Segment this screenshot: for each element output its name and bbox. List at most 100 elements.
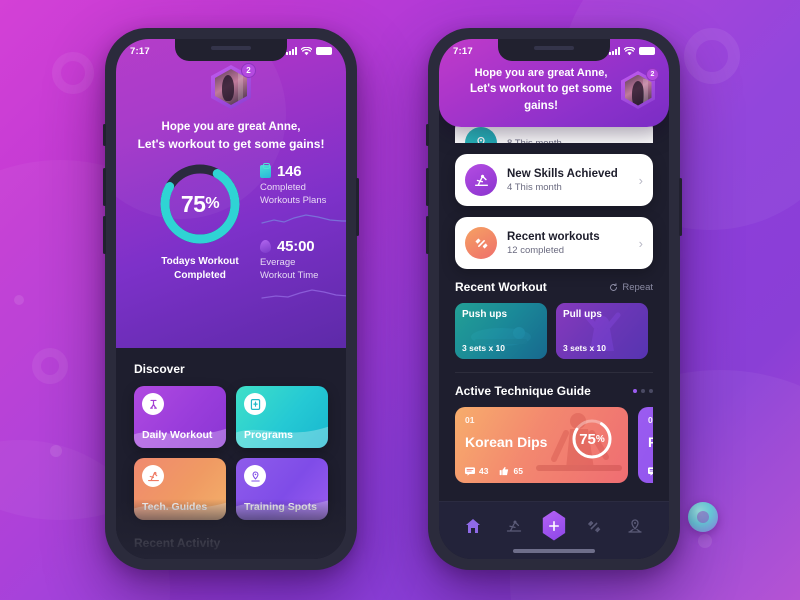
- bg-dot: [698, 534, 712, 548]
- workout-card-title: Pull ups: [563, 309, 602, 320]
- recent-workout-title: Recent Workout: [455, 280, 547, 294]
- sparkline-chart: [261, 289, 346, 299]
- greeting: Hope you are great Anne, Let's workout t…: [134, 119, 328, 153]
- phone-button-mute[interactable]: [426, 124, 429, 146]
- list-card-new-skills[interactable]: New Skills Achieved 4 This month ›: [455, 154, 653, 206]
- phone-button-volume-up[interactable]: [103, 168, 106, 206]
- like-count: 65: [499, 466, 523, 476]
- technique-guide-carousel[interactable]: 01 Korean Dips 75% 43 65 0 F: [455, 407, 653, 483]
- metric-label-line1: Everage: [260, 256, 296, 268]
- clipboard-icon: [260, 163, 271, 179]
- speaker-grille: [534, 46, 574, 50]
- tab-technique[interactable]: [501, 513, 527, 539]
- technique-guide-header: Active Technique Guide: [455, 384, 653, 398]
- discover-card-label: Programs: [244, 429, 294, 442]
- like-count-value: 65: [513, 466, 523, 476]
- add-button[interactable]: [542, 510, 566, 541]
- repeat-button[interactable]: Repeat: [609, 282, 653, 293]
- gymnast-icon: [506, 520, 521, 532]
- recent-activity-section: Recent Activity Parks visited 8 This mon…: [116, 520, 346, 559]
- technique-card-front[interactable]: 02 Front 12: [638, 407, 653, 483]
- avatar[interactable]: 2: [621, 68, 659, 109]
- discover-section: Discover Daily Workout Programs Tech. Gu…: [116, 348, 346, 521]
- discover-card-programs[interactable]: Programs: [236, 386, 328, 449]
- wifi-icon: [624, 46, 635, 55]
- list-card-text: New Skills Achieved 4 This month: [507, 168, 618, 193]
- phone-button-volume-up[interactable]: [426, 168, 429, 206]
- metrics-list: 146 › Completed Workouts Plans: [260, 159, 346, 312]
- battery-icon: [316, 47, 332, 55]
- recent-activity-title: Recent Activity: [134, 536, 221, 551]
- list-card-text: Recent workouts 12 completed: [507, 231, 600, 256]
- technique-percent: 75: [579, 430, 596, 448]
- level-badge: 2: [241, 63, 256, 78]
- status-icons: [609, 46, 655, 56]
- status-time: 7:17: [130, 45, 150, 57]
- hero-header-left: 2 Hope you are great Anne, Let's workout…: [116, 39, 346, 349]
- pager-dot-2[interactable]: [641, 389, 645, 393]
- comment-icon: [465, 466, 475, 476]
- pager-dot-3[interactable]: [649, 389, 653, 393]
- list-card-subtitle: 12 completed: [507, 244, 565, 256]
- workout-card-push-ups[interactable]: Push ups 3 sets x 10: [455, 303, 547, 359]
- chevron-right-icon[interactable]: ›: [639, 236, 643, 251]
- tab-workouts[interactable]: [581, 513, 607, 539]
- carousel-pager[interactable]: [633, 389, 653, 393]
- list-card-recent-workouts[interactable]: Recent workouts 12 completed ›: [455, 217, 653, 269]
- bg-dot: [50, 445, 62, 457]
- signal-bars-icon: [609, 47, 620, 55]
- phone-button-power[interactable]: [679, 178, 682, 236]
- technique-card-meta: 12: [648, 466, 653, 476]
- metric-value: 146: [277, 163, 302, 181]
- metric-average-time[interactable]: 45:00 › Everage Workout Time: [260, 238, 346, 307]
- screen-right: 7:17 8 This month New Skills Achieved 4 …: [439, 39, 669, 559]
- dumbbell-icon: [588, 520, 601, 532]
- signal-bars-icon: [286, 47, 297, 55]
- home-indicator: [513, 549, 595, 553]
- discover-card-daily-workout[interactable]: Daily Workout: [134, 386, 226, 449]
- greeting-line2: Let's workout to get some gains!: [137, 136, 325, 151]
- metric-label-line1: Completed: [260, 182, 306, 194]
- notch: [175, 39, 287, 61]
- avatar[interactable]: 2: [211, 63, 256, 109]
- metric-label: Everage Workout Time: [260, 257, 346, 283]
- recent-workout-carousel[interactable]: Push ups 3 sets x 10 Pull ups 3 sets x 1…: [455, 303, 653, 359]
- chevron-right-icon[interactable]: ›: [639, 173, 643, 188]
- notch: [498, 39, 610, 61]
- discover-card-label: Training Spots: [244, 501, 317, 514]
- progress-caption: Todays Workout Completed: [148, 255, 252, 282]
- discover-card-tech-guides[interactable]: Tech. Guides: [134, 458, 226, 521]
- tab-spots[interactable]: [622, 513, 648, 539]
- phone-button-power[interactable]: [356, 178, 359, 236]
- technique-progress-ring: 75%: [570, 417, 614, 461]
- phone-button-volume-down[interactable]: [103, 216, 106, 254]
- progress-percent-value: 75: [180, 190, 206, 217]
- tab-home[interactable]: [460, 513, 486, 539]
- progress-donut-block: 75% Todays Workout Completed: [148, 159, 252, 312]
- battery-icon: [639, 47, 655, 55]
- status-icons: [286, 46, 332, 56]
- technique-percent-symbol: %: [595, 433, 605, 445]
- workout-card-pull-ups[interactable]: Pull ups 3 sets x 10: [556, 303, 648, 359]
- workout-card-sets: 3 sets x 10: [563, 343, 607, 353]
- discover-card-training-spots[interactable]: Training Spots: [236, 458, 328, 521]
- list-card-title: New Skills Achieved: [507, 167, 618, 180]
- status-time: 7:17: [453, 45, 473, 57]
- thumbs-up-icon: [500, 466, 509, 476]
- technique-card-korean-dips[interactable]: 01 Korean Dips 75% 43 65: [455, 407, 628, 483]
- comment-count-value: 43: [479, 466, 489, 476]
- metric-value: 45:00: [277, 237, 315, 255]
- map-pin-icon: [465, 127, 497, 143]
- screen-left: 7:17 2 Hope you are great Anne, Let's wo…: [116, 39, 346, 559]
- progress-percent-symbol: %: [205, 195, 220, 213]
- metric-completed-workouts[interactable]: 146 › Completed Workouts Plans: [260, 163, 346, 232]
- list-card-title: Recent workouts: [507, 230, 600, 243]
- phone-button-mute[interactable]: [103, 124, 106, 146]
- progress-caption-line2: Completed: [174, 269, 226, 281]
- tab-add[interactable]: [541, 510, 567, 541]
- metric-label: Completed Workouts Plans: [260, 182, 346, 208]
- discover-card-label: Tech. Guides: [142, 501, 208, 514]
- phone-button-volume-down[interactable]: [426, 216, 429, 254]
- greeting-line2: Let's workout to get some gains!: [469, 83, 613, 113]
- pager-dot-1[interactable]: [633, 389, 637, 393]
